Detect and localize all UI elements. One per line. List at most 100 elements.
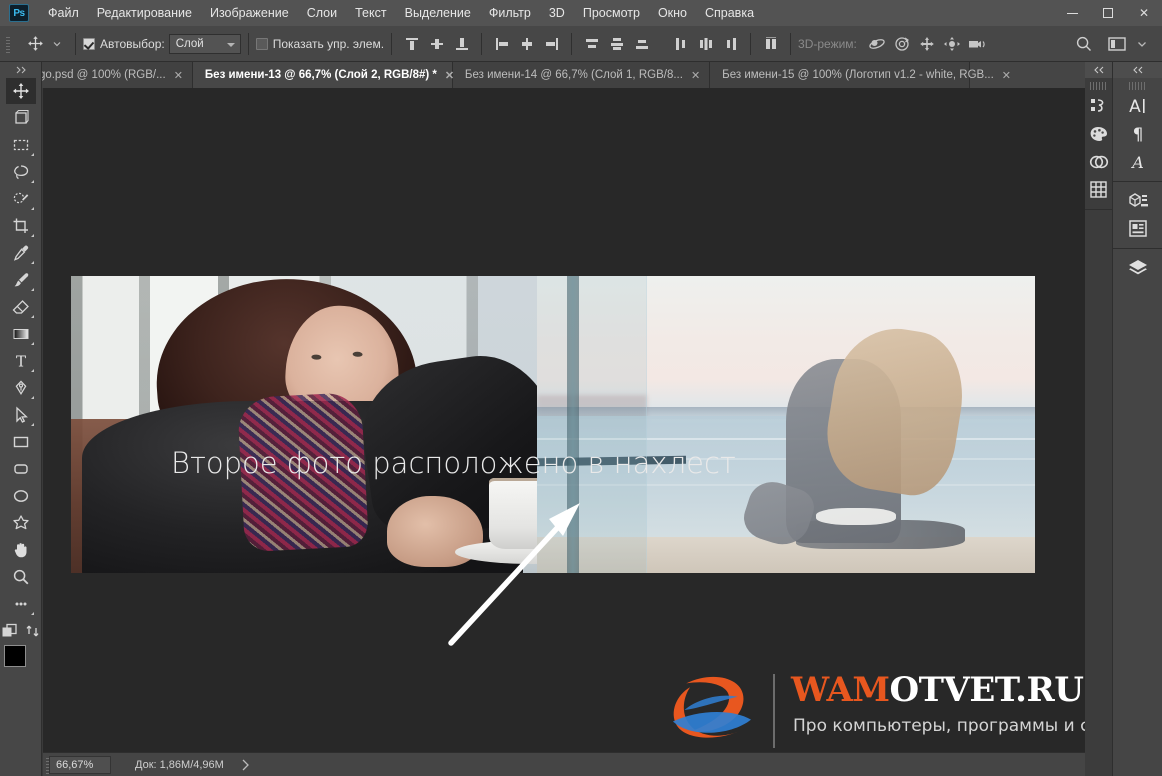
- panel-grip[interactable]: [1128, 82, 1147, 90]
- camera-3d-icon[interactable]: [965, 31, 990, 57]
- menu-item-edit[interactable]: Редактирование: [88, 2, 201, 24]
- workspace-switcher-icon[interactable]: [1104, 31, 1129, 57]
- tool-zoom[interactable]: [6, 564, 36, 590]
- menu-item-file[interactable]: Файл: [39, 2, 88, 24]
- workspace-chevron-down-icon[interactable]: [1129, 31, 1154, 57]
- tool-flyout-indicator: [30, 234, 34, 237]
- pan-3d-icon[interactable]: [915, 31, 940, 57]
- orbit-3d-icon[interactable]: [865, 31, 890, 57]
- document-tab-bez-imeni-15[interactable]: Без имени-15 @ 100% (Логотип v1.2 - whit…: [710, 62, 1011, 88]
- menu-item-layers[interactable]: Слои: [298, 2, 346, 24]
- document-tab-logo-psd[interactable]: logo.psd @ 100% (RGB/... ✕: [18, 62, 193, 88]
- maximize-button[interactable]: [1090, 0, 1126, 26]
- character-panel-icon[interactable]: A: [1125, 92, 1151, 119]
- auto-select-checkbox[interactable]: [83, 37, 95, 50]
- tool-pen[interactable]: [6, 375, 36, 401]
- tool-flyout-indicator: [30, 423, 34, 426]
- tool-quick-selection[interactable]: [6, 186, 36, 212]
- align-horizontal-centers-icon[interactable]: [514, 31, 539, 57]
- tool-brush[interactable]: [6, 267, 36, 293]
- status-bar-grip[interactable]: [43, 753, 51, 776]
- minimize-button[interactable]: [1054, 0, 1090, 26]
- adjustments-panel-icon[interactable]: [1086, 148, 1112, 175]
- auto-select-target-dropdown[interactable]: Слой: [168, 33, 241, 54]
- tool-rectangular-marquee[interactable]: [6, 132, 36, 158]
- menu-item-select[interactable]: Выделение: [396, 2, 480, 24]
- tool-ellipse[interactable]: [6, 483, 36, 509]
- search-icon[interactable]: [1071, 31, 1096, 57]
- distribute-top-edges-icon[interactable]: [579, 31, 604, 57]
- quick-mask-icon[interactable]: [1, 623, 19, 639]
- seaside-woman-photo[interactable]: [537, 276, 1035, 573]
- show-transform-controls-checkbox[interactable]: [255, 37, 268, 50]
- menu-item-view[interactable]: Просмотр: [574, 2, 649, 24]
- 3d-mode-label: 3D-режим:: [798, 36, 857, 51]
- tool-path-selection[interactable]: [6, 402, 36, 428]
- close-button[interactable]: ✕: [1126, 0, 1162, 26]
- panel-collapse-left-icon[interactable]: [1085, 62, 1112, 78]
- align-right-edges-icon[interactable]: [539, 31, 564, 57]
- menu-item-filter[interactable]: Фильтр: [480, 2, 540, 24]
- document-tab-bez-imeni-13[interactable]: Без имени-13 @ 66,7% (Слой 2, RGB/8#) * …: [192, 62, 454, 88]
- tool-custom-shape[interactable]: [6, 510, 36, 536]
- tool-preset-picker[interactable]: [16, 32, 68, 56]
- close-icon[interactable]: ✕: [1002, 69, 1011, 82]
- options-bar-grip[interactable]: [4, 32, 13, 55]
- history-panel-icon[interactable]: [1086, 92, 1112, 119]
- document-tab-bar: logo.psd @ 100% (RGB/... ✕ Без имени-13 …: [0, 62, 1162, 88]
- slide-3d-icon[interactable]: [940, 31, 965, 57]
- auto-align-layers-icon[interactable]: [758, 31, 783, 57]
- 3d-panel-icon[interactable]: [1125, 187, 1151, 214]
- options-separator: [481, 32, 483, 55]
- align-bottom-edges-icon[interactable]: [449, 31, 474, 57]
- swap-colors-icon[interactable]: [25, 623, 41, 639]
- menu-item-window[interactable]: Окно: [649, 2, 696, 24]
- zoom-level-field[interactable]: 66,67%: [49, 755, 111, 774]
- swatches-panel-icon[interactable]: [1086, 120, 1112, 147]
- distribute-bottom-edges-icon[interactable]: [629, 31, 654, 57]
- properties-panel-icon[interactable]: [1125, 215, 1151, 242]
- color-swatches[interactable]: [3, 645, 38, 679]
- panel-grip[interactable]: [1089, 82, 1108, 90]
- panel-collapse-right-icon[interactable]: [1113, 62, 1162, 78]
- document-tab-bez-imeni-14[interactable]: Без имени-14 @ 66,7% (Слой 1, RGB/8... ✕: [452, 62, 711, 88]
- canvas-area[interactable]: Второе фото расположено в нахлест WAMOTV…: [43, 88, 1085, 752]
- menu-item-type[interactable]: Текст: [346, 2, 395, 24]
- patterns-panel-icon[interactable]: [1086, 176, 1112, 203]
- document-canvas[interactable]: [71, 276, 1035, 573]
- paragraph-panel-icon[interactable]: ¶: [1125, 120, 1151, 147]
- distribute-right-edges-icon[interactable]: [718, 31, 743, 57]
- menu-item-image[interactable]: Изображение: [201, 2, 298, 24]
- distribute-horizontal-centers-icon[interactable]: [693, 31, 718, 57]
- menu-item-help[interactable]: Справка: [696, 2, 763, 24]
- tool-hand[interactable]: [6, 537, 36, 563]
- distribute-vertical-centers-icon[interactable]: [604, 31, 629, 57]
- tool-lasso[interactable]: [6, 159, 36, 185]
- align-left-edges-icon[interactable]: [489, 31, 514, 57]
- roll-3d-icon[interactable]: [890, 31, 915, 57]
- align-vertical-centers-icon[interactable]: [424, 31, 449, 57]
- toolbar-collapse-icon[interactable]: [8, 64, 34, 76]
- auto-select-checkbox-row[interactable]: Автовыбор:: [83, 37, 165, 51]
- tool-rectangle[interactable]: [6, 429, 36, 455]
- close-icon[interactable]: ✕: [174, 69, 183, 82]
- layers-panel-icon[interactable]: [1125, 254, 1151, 281]
- tool-edit-toolbar[interactable]: [6, 591, 36, 617]
- menu-item-3d[interactable]: 3D: [540, 2, 574, 24]
- tool-type[interactable]: T: [6, 348, 36, 374]
- status-expand-chevron-right-icon[interactable]: [240, 758, 250, 772]
- tool-gradient[interactable]: [6, 321, 36, 347]
- tool-crop[interactable]: [6, 213, 36, 239]
- align-top-edges-icon[interactable]: [399, 31, 424, 57]
- tool-eraser[interactable]: [6, 294, 36, 320]
- tool-eyedropper[interactable]: [6, 240, 36, 266]
- tool-move[interactable]: [5, 78, 36, 104]
- distribute-left-edges-icon[interactable]: [668, 31, 693, 57]
- maximize-icon: [1103, 8, 1113, 18]
- foreground-color-swatch[interactable]: [3, 645, 26, 667]
- tool-artboard[interactable]: [6, 105, 36, 131]
- show-transform-controls-row[interactable]: Показать упр. элем.: [255, 37, 384, 51]
- tool-rounded-rectangle[interactable]: [6, 456, 36, 482]
- glyphs-panel-icon[interactable]: A: [1125, 148, 1151, 175]
- close-icon[interactable]: ✕: [691, 69, 700, 82]
